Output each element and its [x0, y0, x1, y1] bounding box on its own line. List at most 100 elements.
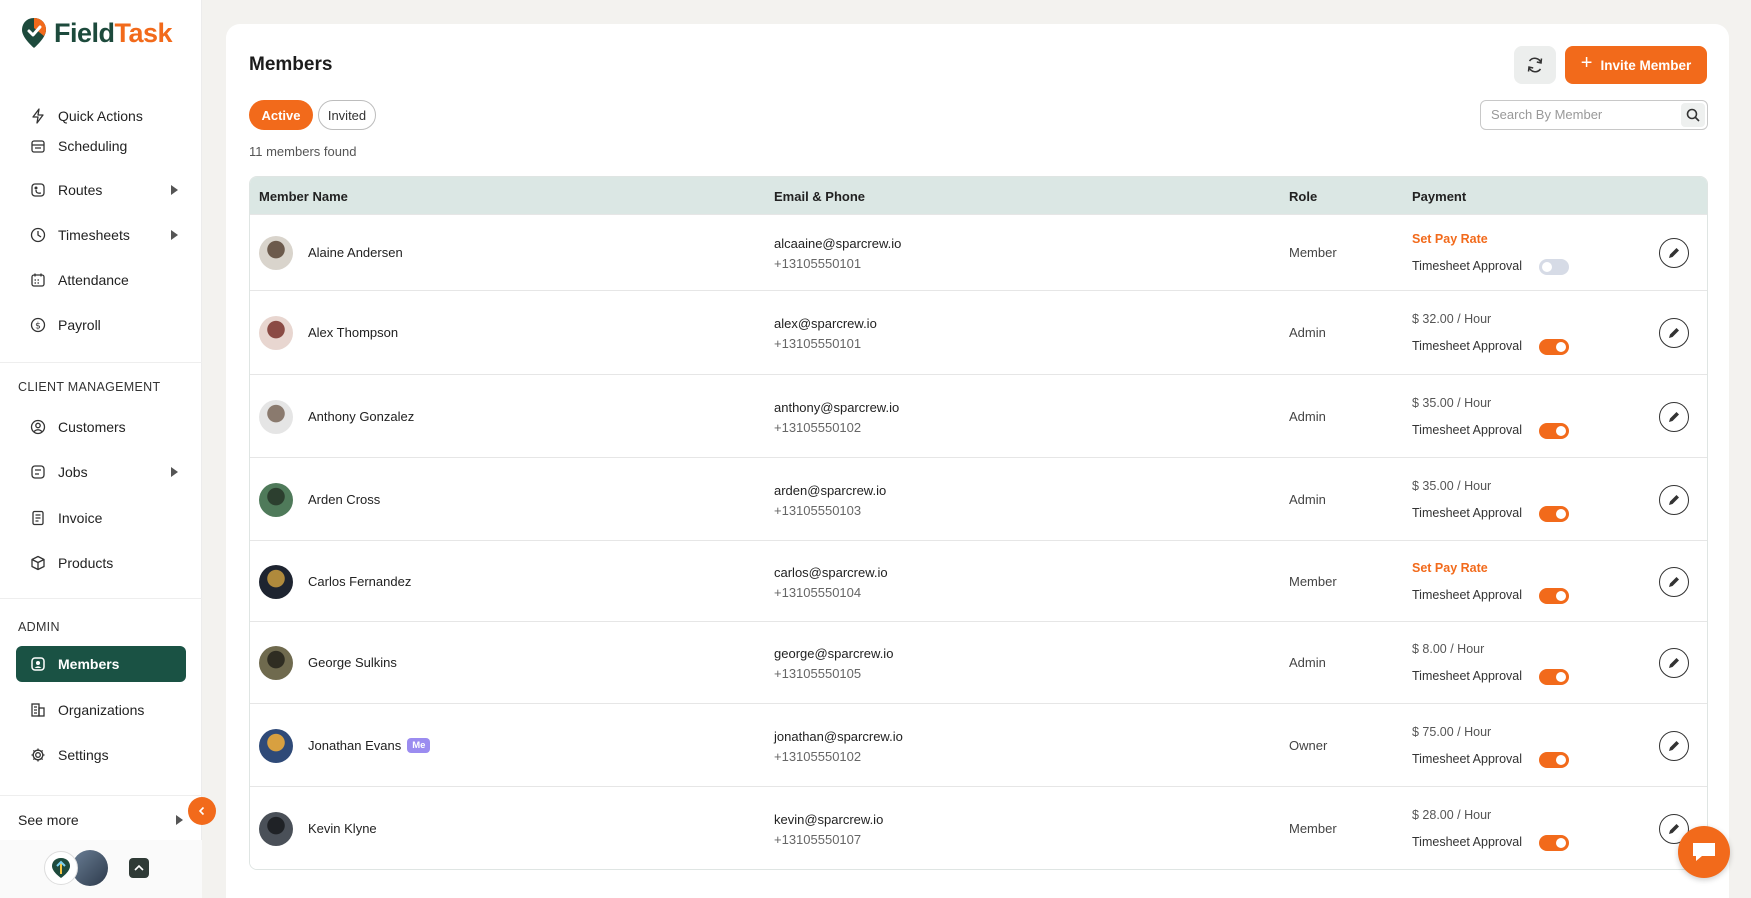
sidebar-item-payroll[interactable]: $ Payroll: [16, 307, 186, 343]
caret-right-icon: [171, 230, 178, 240]
timesheet-approval-toggle[interactable]: [1539, 422, 1569, 439]
member-name: Alaine Andersen: [308, 245, 403, 260]
toggle-knob: [1542, 262, 1552, 272]
member-name-text: Alaine Andersen: [308, 245, 403, 260]
sidebar-item-label: Customers: [58, 419, 126, 435]
collapse-sidebar-button[interactable]: [188, 797, 216, 825]
header-email-phone: Email & Phone: [774, 189, 866, 204]
sidebar-item-organizations[interactable]: Organizations: [16, 692, 186, 728]
caret-right-icon: [171, 185, 178, 195]
gear-icon: [31, 748, 45, 762]
sidebar-item-jobs[interactable]: Jobs: [16, 454, 186, 490]
tab-active[interactable]: Active: [249, 100, 313, 130]
invite-member-button[interactable]: + Invite Member: [1565, 46, 1707, 84]
timesheet-approval-toggle[interactable]: [1539, 669, 1569, 685]
expand-up-button[interactable]: [129, 858, 149, 878]
edit-member-button[interactable]: [1659, 648, 1689, 678]
chat-button[interactable]: [1678, 826, 1730, 878]
member-role: Member: [1289, 245, 1337, 260]
member-role: Admin: [1289, 655, 1326, 670]
bolt-icon: [32, 108, 44, 124]
chat-icon: [1693, 843, 1715, 861]
edit-member-button[interactable]: [1659, 566, 1689, 597]
member-name: Kevin Klyne: [308, 821, 377, 836]
sidebar-item-label: Jobs: [58, 464, 88, 480]
search-input[interactable]: [1491, 107, 1671, 122]
toggle-knob: [1556, 754, 1566, 765]
member-name-text: George Sulkins: [308, 655, 397, 670]
member-name-text: Jonathan Evans: [308, 737, 402, 753]
timesheet-approval-toggle[interactable]: [1539, 751, 1569, 768]
member-email: george@sparcrew.io: [774, 646, 894, 661]
see-more-button[interactable]: See more: [18, 812, 183, 828]
edit-member-button[interactable]: [1659, 238, 1689, 268]
pencil-icon: [1669, 494, 1679, 505]
member-avatar: [259, 482, 293, 517]
sidebar-item-customers[interactable]: Customers: [16, 409, 186, 445]
sidebar-item-routes[interactable]: Routes: [16, 172, 186, 208]
app-logo[interactable]: FieldTask: [20, 16, 173, 50]
member-role: Member: [1289, 573, 1337, 589]
invoice-icon: [32, 510, 44, 526]
pencil-icon: [1669, 576, 1679, 587]
edit-member-button[interactable]: [1659, 318, 1689, 348]
sidebar-item-label: Invoice: [58, 510, 103, 526]
sidebar-item-scheduling[interactable]: Scheduling: [16, 128, 186, 164]
member-name: Carlos Fernandez: [308, 574, 411, 589]
header-payment: Payment: [1412, 189, 1467, 204]
organization-avatar[interactable]: [44, 851, 78, 885]
jobs-icon: [31, 465, 45, 479]
search-button[interactable]: [1681, 103, 1705, 127]
timesheet-approval-label: Timesheet Approval: [1412, 505, 1523, 520]
timesheet-approval-toggle[interactable]: [1539, 834, 1569, 851]
sidebar-item-label: Timesheets: [58, 227, 130, 243]
member-email: alex@sparcrew.io: [774, 316, 877, 331]
table-row: Alex Thompson alex@sparcrew.io +1310555010…: [250, 290, 1707, 374]
sidebar-item-settings[interactable]: Settings: [16, 737, 186, 773]
member-avatar: [259, 236, 293, 270]
member-email: anthony@sparcrew.io: [774, 399, 900, 415]
toggle-knob: [1556, 342, 1566, 352]
sidebar-item-attendance[interactable]: Attendance: [16, 262, 186, 298]
member-phone: +13105550102: [774, 419, 862, 435]
timesheet-approval-toggle[interactable]: [1539, 587, 1569, 604]
sidebar-item-label: Attendance: [58, 272, 129, 288]
sidebar-item-invoice[interactable]: Invoice: [16, 500, 186, 536]
member-email: jonathan@sparcrew.io: [774, 728, 903, 744]
pay-rate: $ 28.00 / Hour: [1412, 807, 1492, 822]
edit-member-button[interactable]: [1659, 401, 1689, 432]
pencil-icon: [1669, 658, 1679, 668]
table-row: Arden Cross arden@sparcrew.io +13105550103…: [250, 457, 1707, 540]
sidebar-item-members[interactable]: Members: [16, 646, 186, 682]
edit-member-button[interactable]: [1659, 484, 1689, 515]
member-name: Jonathan Evans Me: [308, 737, 431, 753]
toggle-knob: [1556, 837, 1566, 848]
table-row: Kevin Klyne kevin@sparcrew.io +13105550107…: [250, 786, 1707, 869]
org-logo-icon: [52, 858, 70, 878]
set-pay-rate-link[interactable]: Set Pay Rate: [1412, 232, 1488, 246]
sidebar-item-timesheets[interactable]: Timesheets: [16, 217, 186, 253]
sidebar-item-products[interactable]: Products: [16, 545, 186, 581]
tab-invited[interactable]: Invited: [318, 100, 376, 130]
member-name-text: Anthony Gonzalez: [308, 408, 415, 424]
table-row: George Sulkins george@sparcrew.io +1310555…: [250, 621, 1707, 703]
svg-text:$: $: [35, 322, 41, 332]
header-member-name: Member Name: [259, 189, 348, 204]
member-email: arden@sparcrew.io: [774, 482, 887, 498]
timesheet-approval-label: Timesheet Approval: [1412, 834, 1523, 849]
timesheet-approval-toggle[interactable]: [1539, 505, 1569, 522]
edit-member-button[interactable]: [1659, 730, 1689, 761]
sidebar-item-label: Payroll: [58, 317, 101, 333]
set-pay-rate-link[interactable]: Set Pay Rate: [1412, 561, 1488, 575]
member-name-text: Kevin Klyne: [308, 820, 377, 836]
table-row: Alaine Andersen alcaaine@sparcrew.io +1310…: [250, 214, 1707, 290]
pay-rate: $ 75.00 / Hour: [1412, 724, 1492, 739]
timesheet-approval-toggle[interactable]: [1539, 339, 1569, 355]
refresh-button[interactable]: [1514, 46, 1556, 84]
sidebar-item-label: Organizations: [58, 702, 145, 718]
timesheet-approval-toggle[interactable]: [1539, 259, 1569, 275]
sidebar-item-label: Products: [58, 555, 114, 571]
member-phone: +13105550101: [774, 256, 862, 271]
pay-rate: $ 8.00 / Hour: [1412, 642, 1485, 656]
member-role: Admin: [1289, 408, 1326, 424]
